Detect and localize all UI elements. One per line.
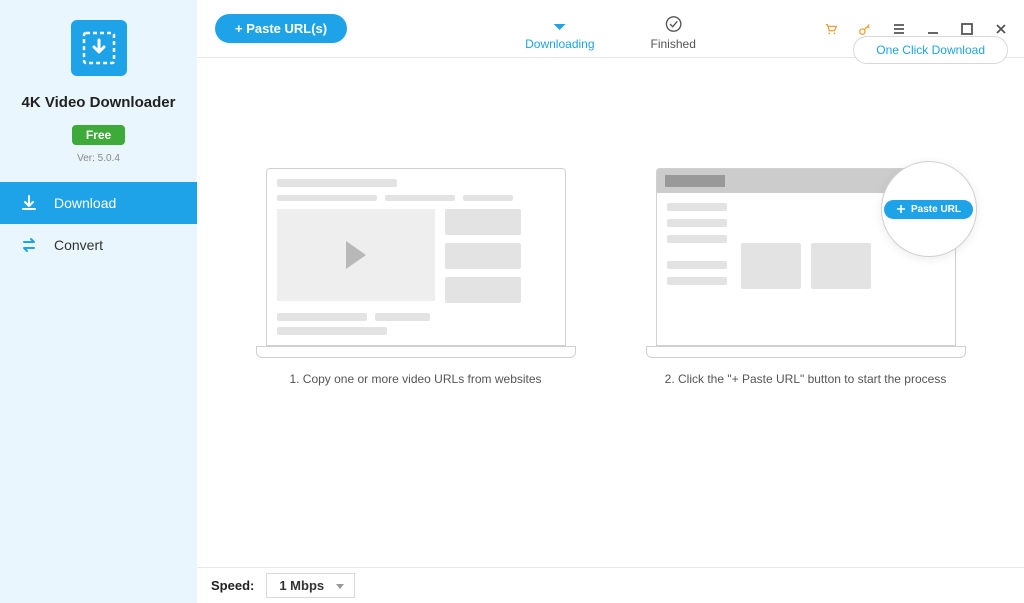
- guide-caption-1: 1. Copy one or more video URLs from webs…: [289, 372, 541, 386]
- laptop-illustration-1: [256, 168, 576, 358]
- tab-label: Downloading: [525, 37, 594, 51]
- sidebar-item-download[interactable]: Download: [0, 182, 197, 224]
- maximize-icon[interactable]: [960, 22, 974, 36]
- cart-icon[interactable]: [824, 22, 838, 36]
- app-logo: [71, 20, 127, 76]
- laptop-illustration-2: Paste URL: [646, 168, 966, 358]
- speed-select[interactable]: 1 Mbps: [266, 573, 355, 598]
- convert-icon: [18, 234, 40, 256]
- sidebar-nav: Download Convert: [0, 182, 197, 266]
- content-area: 1. Copy one or more video URLs from webs…: [197, 58, 1024, 603]
- magnifier-overlay: Paste URL: [881, 161, 977, 257]
- download-arrow-icon: [549, 13, 571, 35]
- tab-downloading[interactable]: Downloading: [525, 13, 594, 57]
- sidebar: 4K Video Downloader Free Ver: 5.0.4 Down…: [0, 0, 197, 603]
- tab-finished[interactable]: Finished: [651, 13, 696, 57]
- guide-caption-2: 2. Click the "+ Paste URL" button to sta…: [665, 372, 947, 386]
- main-area: + Paste URL(s) Downloading Finished: [197, 0, 1024, 603]
- speed-label: Speed:: [211, 578, 254, 593]
- close-icon[interactable]: [994, 22, 1008, 36]
- logo-icon: [81, 30, 117, 66]
- key-icon[interactable]: [858, 22, 872, 36]
- menu-icon[interactable]: [892, 22, 906, 36]
- check-circle-icon: [662, 13, 684, 35]
- sidebar-item-label: Download: [54, 195, 116, 211]
- play-icon: [346, 241, 366, 269]
- paste-url-mini-button: Paste URL: [884, 200, 973, 219]
- guide-step-1: 1. Copy one or more video URLs from webs…: [256, 168, 576, 386]
- sidebar-item-convert[interactable]: Convert: [0, 224, 197, 266]
- bottombar: Speed: 1 Mbps: [197, 567, 1024, 603]
- tab-label: Finished: [651, 37, 696, 51]
- version-label: Ver: 5.0.4: [77, 153, 120, 164]
- tabs: Downloading Finished: [525, 0, 696, 57]
- paste-url-button[interactable]: + Paste URL(s): [215, 14, 347, 43]
- plus-icon: [896, 204, 906, 214]
- download-icon: [18, 192, 40, 214]
- guide-step-2: Paste URL 2. Click the "+ Paste URL" but…: [646, 168, 966, 386]
- video-thumbnail-skeleton: [277, 209, 435, 301]
- topbar: + Paste URL(s) Downloading Finished: [197, 0, 1024, 58]
- sidebar-item-label: Convert: [54, 237, 103, 253]
- app-title: 4K Video Downloader: [22, 94, 176, 111]
- license-badge: Free: [72, 125, 125, 145]
- top-actions: One Click Download: [824, 22, 1024, 36]
- minimize-icon[interactable]: [926, 22, 940, 36]
